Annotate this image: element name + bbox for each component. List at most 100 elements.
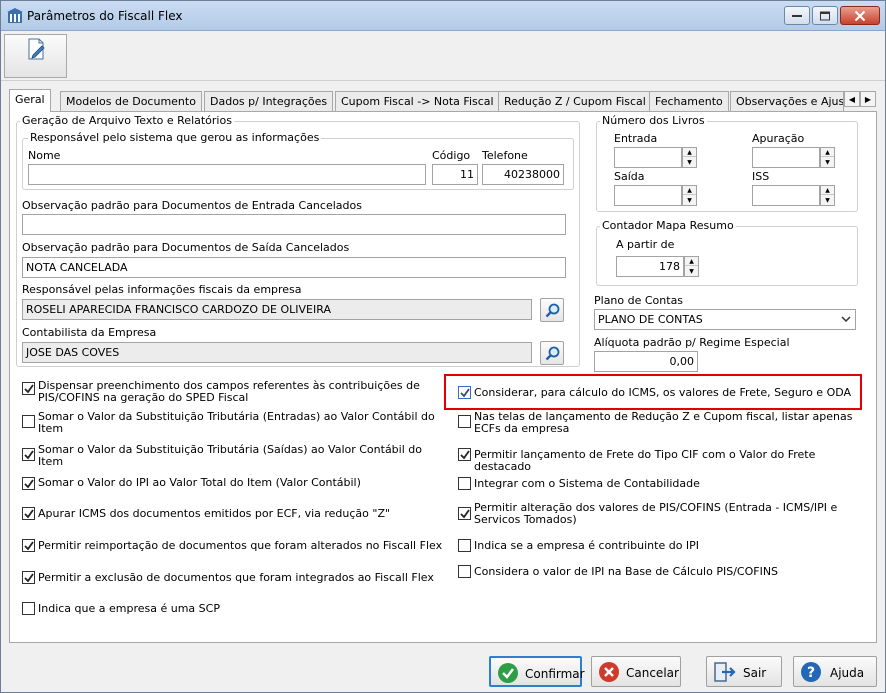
cb-ipi-base-pis-cofins[interactable] xyxy=(458,565,471,578)
confirm-button[interactable]: Confirmar xyxy=(489,656,585,687)
cb-somar-ipi-label: Somar o Valor do IPI ao Valor Total do I… xyxy=(38,476,361,489)
cb-alterar-pis-cofins[interactable] xyxy=(458,507,471,520)
saida-spinner[interactable]: ▲ ▼ xyxy=(682,185,697,206)
cb-permitir-exclusao[interactable] xyxy=(22,571,35,584)
checkmark-icon xyxy=(460,388,470,398)
resp-fiscais-label: Responsável pelas informações fiscais da… xyxy=(22,283,302,296)
confirm-button-label: Confirmar xyxy=(525,667,585,681)
iss-spinner[interactable]: ▲ ▼ xyxy=(820,185,835,206)
aliquota-label: Alíquota padrão p/ Regime Especial xyxy=(594,336,790,349)
contabilista-label: Contabilista da Empresa xyxy=(22,326,157,339)
cancel-button[interactable]: Cancelar xyxy=(591,656,681,687)
tab-modelos-documento[interactable]: Modelos de Documento xyxy=(60,91,202,111)
resp-fiscais-search-button[interactable] xyxy=(540,298,564,322)
help-button-label: Ajuda xyxy=(830,666,865,680)
cb-integrar-contabilidade[interactable] xyxy=(458,477,471,490)
search-icon xyxy=(545,303,560,318)
tab-scroll-right[interactable]: ▶ xyxy=(860,91,876,107)
tab-reducao-z[interactable]: Redução Z / Cupom Fiscal xyxy=(498,91,652,111)
checkmark-icon xyxy=(460,509,470,519)
cb-listar-ecfs-empresa-label: Nas telas de lançamento de Redução Z e C… xyxy=(474,410,853,435)
exit-door-icon xyxy=(714,662,736,682)
cb-apurar-icms-ecf-label: Apurar ICMS dos documentos emitidos por … xyxy=(38,507,391,520)
cb-listar-ecfs-empresa[interactable] xyxy=(458,415,471,428)
help-question-icon: ? xyxy=(801,662,821,682)
contador-group-title: Contador Mapa Resumo xyxy=(600,219,736,232)
parametros-window: Parâmetros do Fiscall Flex Editar Geral … xyxy=(0,0,886,693)
responsavel-group-title: Responsável pelo sistema que gerou as in… xyxy=(28,131,322,144)
obs-saida-input[interactable]: NOTA CANCELADA xyxy=(22,257,566,278)
search-icon xyxy=(545,346,560,361)
cancel-x-icon xyxy=(599,662,619,682)
close-icon xyxy=(854,10,866,21)
codigo-input[interactable]: 11 xyxy=(432,164,478,185)
cb-somar-st-saidas[interactable] xyxy=(22,448,35,461)
edit-button[interactable]: Editar xyxy=(4,34,67,104)
toolbar: Editar xyxy=(1,31,885,104)
apuracao-input[interactable] xyxy=(752,147,820,168)
cb-apurar-icms-ecf[interactable] xyxy=(22,507,35,520)
resp-fiscais-input[interactable]: ROSELI APARECIDA FRANCISCO CARDOZO DE OL… xyxy=(22,299,532,320)
entrada-label: Entrada xyxy=(614,132,658,145)
obs-saida-label: Observação padrão para Documentos de Saí… xyxy=(22,241,350,254)
cb-somar-st-entradas-label: Somar o Valor da Substituição Tributária… xyxy=(38,410,435,435)
tab-fechamento[interactable]: Fechamento xyxy=(649,91,729,111)
a-partir-input[interactable]: 178 xyxy=(616,256,684,277)
plano-select-value: PLANO DE CONTAS xyxy=(598,313,703,326)
cb-permitir-reimportacao-label: Permitir reimportação de documentos que … xyxy=(38,539,443,552)
maximize-icon xyxy=(820,11,830,20)
svg-text:?: ? xyxy=(807,665,815,681)
close-button[interactable] xyxy=(840,6,880,25)
checkmark-icon xyxy=(24,384,34,394)
cb-contribuinte-ipi[interactable] xyxy=(458,539,471,552)
checkmark-icon xyxy=(24,479,34,489)
cb-dispensar-pis-cofins[interactable] xyxy=(22,382,35,395)
minimize-icon xyxy=(792,14,802,17)
cb-somar-ipi[interactable] xyxy=(22,477,35,490)
minimize-button[interactable] xyxy=(784,6,810,25)
cb-considerar-frete-seguro[interactable] xyxy=(458,386,471,399)
apuracao-spinner[interactable]: ▲ ▼ xyxy=(820,147,835,168)
entrada-input[interactable] xyxy=(614,147,682,168)
obs-entrada-label: Observação padrão para Documentos de Ent… xyxy=(22,199,362,212)
obs-entrada-input[interactable] xyxy=(22,214,566,235)
chevron-down-icon xyxy=(841,316,851,323)
tab-scroll-left[interactable]: ◀ xyxy=(844,91,860,107)
saida-label: Saída xyxy=(614,170,645,183)
contabilista-input[interactable]: JOSE DAS COVES xyxy=(22,342,532,363)
cancel-button-label: Cancelar xyxy=(626,666,679,680)
iss-label: ISS xyxy=(752,170,770,183)
help-button[interactable]: ? Ajuda xyxy=(793,656,877,687)
cb-permitir-exclusao-label: Permitir a exclusão de documentos que fo… xyxy=(38,571,434,584)
telefone-input[interactable]: 40238000 xyxy=(482,164,564,185)
contabilista-search-button[interactable] xyxy=(540,341,564,365)
tab-geral[interactable]: Geral xyxy=(9,89,51,112)
entrada-spinner[interactable]: ▲ ▼ xyxy=(682,147,697,168)
nome-input[interactable] xyxy=(28,164,426,185)
tab-cupom-nota[interactable]: Cupom Fiscal -> Nota Fiscal xyxy=(335,91,500,111)
aliquota-input[interactable]: 0,00 xyxy=(594,351,698,372)
apuracao-label: Apuração xyxy=(752,132,805,145)
plano-select[interactable]: PLANO DE CONTAS xyxy=(594,309,856,330)
app-icon xyxy=(7,8,23,23)
cb-frete-cif-label: Permitir lançamento de Frete do Tipo CIF… xyxy=(474,448,816,473)
saida-input[interactable] xyxy=(614,185,682,206)
exit-button-label: Sair xyxy=(743,666,767,680)
cb-somar-st-entradas[interactable] xyxy=(22,415,35,428)
exit-button[interactable]: Sair xyxy=(706,656,782,687)
codigo-label: Código xyxy=(432,149,471,162)
telefone-label: Telefone xyxy=(482,149,528,162)
maximize-button[interactable] xyxy=(812,6,838,25)
a-partir-spinner[interactable]: ▲ ▼ xyxy=(684,256,699,277)
checkmark-icon xyxy=(24,573,34,583)
cb-alterar-pis-cofins-label: Permitir alteração dos valores de PIS/CO… xyxy=(474,501,838,526)
livros-group-title: Número dos Livros xyxy=(600,114,707,127)
cb-frete-cif[interactable] xyxy=(458,448,471,461)
cb-dispensar-pis-cofins-label: Dispensar preenchimento dos campos refer… xyxy=(38,379,420,404)
checkmark-icon xyxy=(24,450,34,460)
cb-empresa-scp[interactable] xyxy=(22,602,35,615)
cb-permitir-reimportacao[interactable] xyxy=(22,539,35,552)
iss-input[interactable] xyxy=(752,185,820,206)
tab-dados-integracoes[interactable]: Dados p/ Integrações xyxy=(204,91,334,111)
tab-observacoes[interactable]: Observações e Ajus xyxy=(730,91,844,111)
